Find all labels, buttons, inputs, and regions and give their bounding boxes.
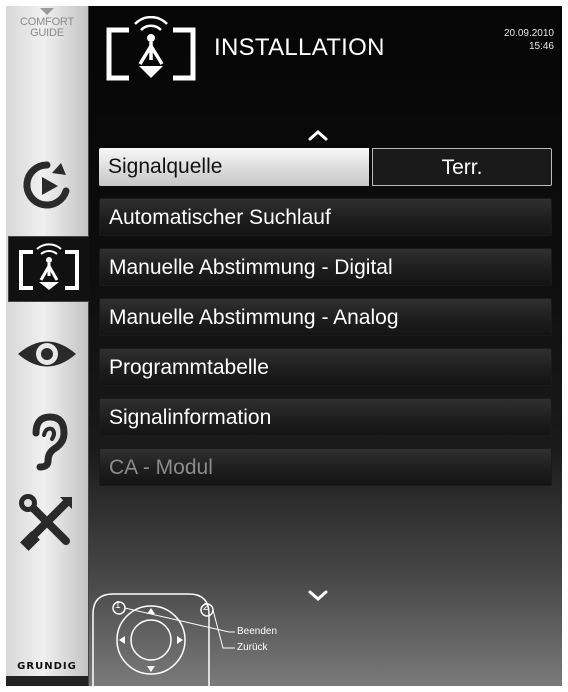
- menu-item-auto-search[interactable]: Automatischer Suchlauf: [99, 198, 552, 236]
- exit-key-number: 1: [115, 600, 121, 611]
- date-text: 20.09.2010: [503, 28, 554, 39]
- menu-item-signal-information[interactable]: Signalinformation: [99, 398, 552, 436]
- tv-menu-frame: COMFORT GUIDE GRUNDIG INSTALLATION 20.09…: [6, 6, 562, 686]
- sidebar-item-picture[interactable]: [6, 324, 88, 394]
- sidebar-item-installation[interactable]: [8, 236, 89, 302]
- back-hint: Zurück: [237, 642, 268, 653]
- comfort-guide-line2: GUIDE: [30, 27, 64, 39]
- signal-source-value[interactable]: Terr.: [372, 148, 552, 186]
- triangle-down-icon: [40, 8, 54, 15]
- exit-hint: Beenden: [237, 626, 278, 637]
- comfort-guide-button[interactable]: COMFORT GUIDE: [6, 8, 88, 39]
- tools-icon: [19, 494, 72, 551]
- menu-item-label: Signalquelle: [99, 148, 369, 186]
- brand-bar: [6, 676, 88, 686]
- menu-item-manual-tuning-analog[interactable]: Manuelle Abstimmung - Analog: [99, 298, 552, 336]
- datetime: 20.09.2010 15:46: [504, 27, 554, 53]
- sidebar: COMFORT GUIDE GRUNDIG: [6, 6, 89, 686]
- menu-item-ca-module: CA - Modul: [99, 448, 552, 486]
- sidebar-item-sound[interactable]: [6, 406, 88, 476]
- main-panel: INSTALLATION 20.09.2010 15:46 Signalquel…: [89, 6, 562, 686]
- chevron-up-icon[interactable]: [307, 128, 329, 142]
- brand-logo: GRUNDIG: [17, 661, 77, 672]
- installation-antenna-icon: [19, 243, 79, 290]
- ear-icon: [32, 413, 68, 471]
- remote-navigation-icon: [92, 593, 235, 686]
- chevron-down-icon[interactable]: [307, 588, 329, 602]
- sidebar-item-source[interactable]: [6, 150, 88, 220]
- menu-item-manual-tuning-digital[interactable]: Manuelle Abstimmung - Digital: [99, 248, 552, 286]
- page-title: INSTALLATION: [214, 34, 385, 61]
- eye-icon: [18, 341, 76, 367]
- back-key-number: 2: [203, 602, 209, 613]
- time-text: 15:46: [528, 41, 554, 52]
- installation-antenna-icon: [106, 16, 196, 81]
- menu-item-signal-source[interactable]: Signalquelle Terr.: [99, 148, 552, 186]
- source-icon: [23, 161, 70, 209]
- menu-item-program-table[interactable]: Programmtabelle: [99, 348, 552, 386]
- sidebar-item-settings[interactable]: [6, 484, 88, 554]
